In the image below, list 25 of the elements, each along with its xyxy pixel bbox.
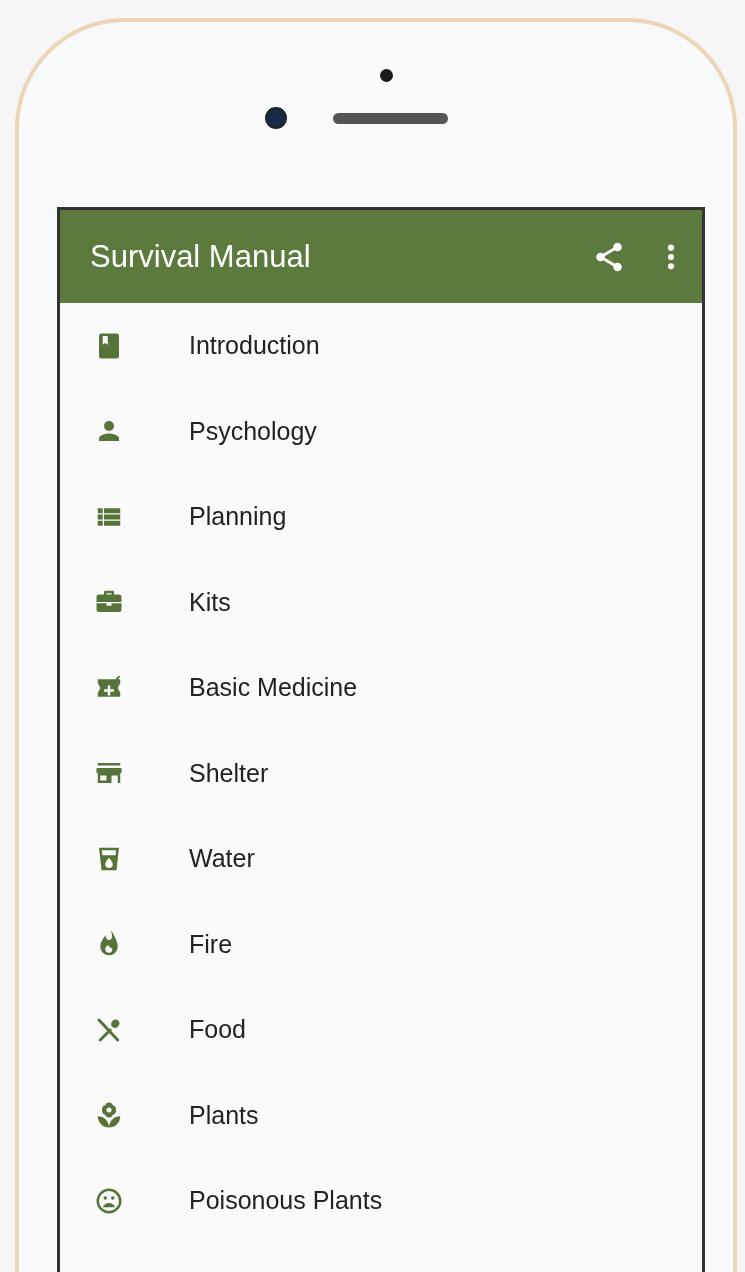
- menu-item-label: Psychology: [189, 416, 317, 446]
- menu-item[interactable]: Shelter: [60, 730, 702, 816]
- camera-lens: [264, 107, 287, 129]
- menu-item[interactable]: Kits: [60, 559, 702, 645]
- menu-item[interactable]: Psychology: [60, 388, 702, 474]
- menu-item[interactable]: Food: [60, 987, 702, 1073]
- menu-item-label: Introduction: [189, 331, 320, 361]
- menu-item-label: Water: [189, 844, 255, 874]
- menu-item-label: Poisonous Plants: [189, 1186, 383, 1216]
- menu-item[interactable]: Poisonous Plants: [60, 1158, 702, 1244]
- menu-item[interactable]: Fire: [60, 901, 702, 987]
- app-title: Survival Manual: [90, 238, 312, 275]
- menu-item-label: Planning: [189, 502, 287, 532]
- menu-item[interactable]: Introduction: [60, 303, 702, 389]
- menu-item[interactable]: Plants: [60, 1072, 702, 1158]
- menu-item-label: Kits: [189, 587, 231, 617]
- menu-item-label: Fire: [189, 929, 233, 959]
- menu-item-label: Plants: [189, 1100, 259, 1130]
- menu-item[interactable]: Water: [60, 816, 702, 902]
- menu-item-label: Basic Medicine: [189, 673, 358, 703]
- menu-item[interactable]: Basic Medicine: [60, 645, 702, 731]
- menu-item[interactable]: Planning: [60, 474, 702, 560]
- menu-item-label: Food: [189, 1015, 246, 1045]
- menu-item-label: Shelter: [189, 758, 269, 788]
- sensor-dot: [379, 69, 393, 82]
